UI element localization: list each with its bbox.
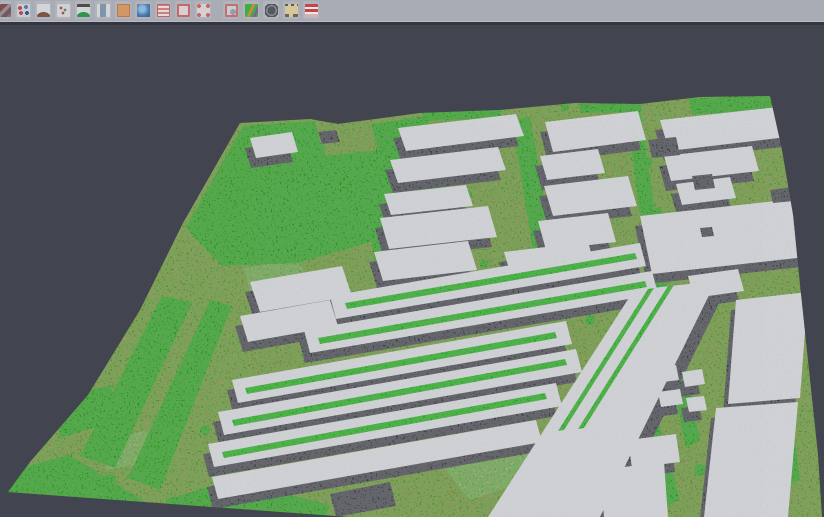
orange-tile-icon[interactable] <box>115 1 131 19</box>
classification-map-icon[interactable] <box>243 1 259 19</box>
globe-icon[interactable] <box>135 1 151 19</box>
clipped-tool-icon[interactable] <box>0 1 11 19</box>
target-ring-icon[interactable] <box>223 1 239 19</box>
profile-bar-icon[interactable] <box>95 1 111 19</box>
toolbar-separator <box>213 0 221 18</box>
circle-outline-icon[interactable] <box>175 1 191 19</box>
gear-blob-icon[interactable] <box>263 1 279 19</box>
selection-corners-icon[interactable] <box>195 1 211 19</box>
point-pairs-icon[interactable] <box>15 1 31 19</box>
vegetation-mound-icon[interactable] <box>75 1 91 19</box>
app-window: { "toolbar": { "background": "#a9acb5", … <box>0 0 824 517</box>
striped-list-icon[interactable] <box>155 1 171 19</box>
scatter-points-icon[interactable] <box>55 1 71 19</box>
terrain-mound-icon[interactable] <box>35 1 51 19</box>
striped-flag-icon[interactable] <box>303 1 319 19</box>
sand-layer-icon[interactable] <box>283 1 299 19</box>
toolbar <box>0 0 824 22</box>
3d-viewport[interactable] <box>0 0 824 517</box>
